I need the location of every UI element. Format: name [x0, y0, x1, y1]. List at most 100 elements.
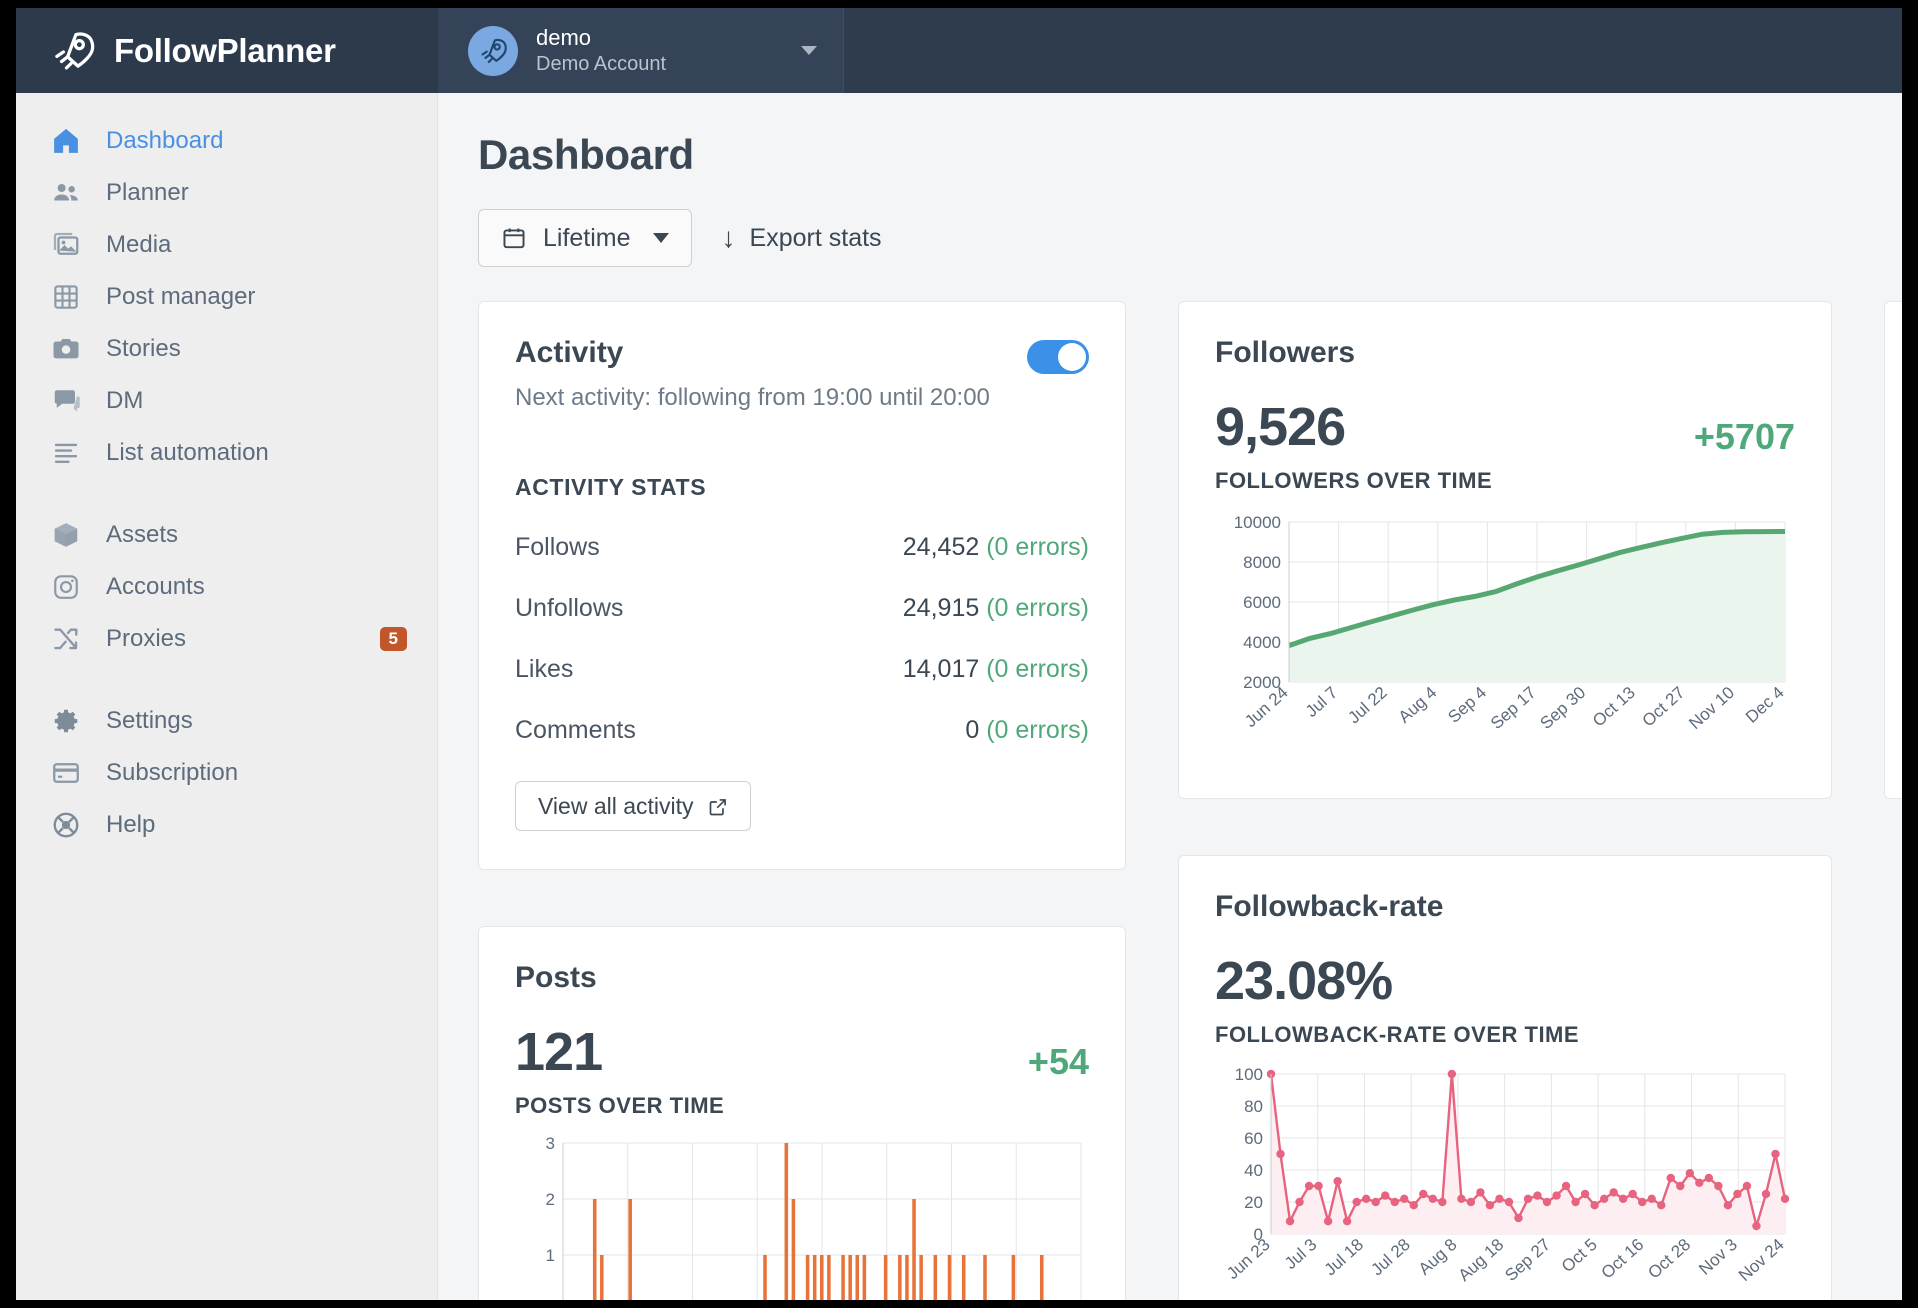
brand[interactable]: FollowPlanner	[16, 8, 438, 93]
svg-text:1: 1	[546, 1246, 555, 1265]
calendar-icon	[501, 225, 527, 251]
sidebar-divider-gap	[16, 479, 437, 509]
stat-errors: (0 errors)	[986, 594, 1089, 622]
followers-value: 9,526	[1215, 396, 1345, 458]
view-all-activity-button[interactable]: View all activity	[515, 781, 751, 831]
followback-caption: FOLLOWBACK-RATE OVER TIME	[1215, 1022, 1795, 1048]
sidebar-item-media[interactable]: Media	[16, 219, 437, 271]
sidebar-divider-gap-2	[16, 665, 437, 695]
sidebar-item-assets[interactable]: Assets	[16, 509, 437, 561]
stat-label: Likes	[515, 655, 573, 684]
posts-card: Posts 121 +54 POSTS OVER TIME 123	[478, 926, 1126, 1300]
stat-label: Comments	[515, 716, 636, 745]
rocket-icon	[50, 28, 96, 74]
brand-name: FollowPlanner	[114, 32, 336, 70]
list-icon	[50, 437, 82, 469]
posts-caption: POSTS OVER TIME	[515, 1093, 1089, 1119]
svg-text:3: 3	[546, 1135, 555, 1153]
export-stats-button[interactable]: ↓ Export stats	[722, 224, 882, 253]
stat-label: Unfollows	[515, 594, 623, 623]
page-title: Dashboard	[478, 131, 1902, 179]
external-link-icon	[708, 796, 728, 816]
svg-text:Aug 4: Aug 4	[1395, 683, 1441, 727]
sidebar-item-stories[interactable]: Stories	[16, 323, 437, 375]
svg-text:10000: 10000	[1234, 513, 1281, 532]
card-title: Activity	[515, 336, 990, 370]
sidebar-item-settings[interactable]: Settings	[16, 695, 437, 747]
posts-chart[interactable]: 123	[515, 1135, 1089, 1300]
chevron-down-icon	[653, 233, 669, 243]
sidebar-item-planner[interactable]: Planner	[16, 167, 437, 219]
sidebar-item-subscription[interactable]: Subscription	[16, 747, 437, 799]
sidebar-item-dashboard[interactable]: Dashboard	[16, 115, 437, 167]
following-card: Fo 7 FO 1234	[1884, 301, 1902, 799]
svg-text:Oct 28: Oct 28	[1644, 1235, 1694, 1283]
sidebar-label: Accounts	[106, 573, 407, 601]
stat-errors: (0 errors)	[986, 533, 1089, 561]
svg-text:6000: 6000	[1243, 593, 1281, 612]
stat-row: Likes 14,017 (0 errors)	[515, 655, 1089, 684]
column-middle: Followers 9,526 +5707 FOLLOWERS OVER TIM…	[1178, 301, 1832, 1300]
dashboard-grid: Activity Next activity: following from 1…	[478, 301, 1902, 1300]
followback-chart[interactable]: 020406080100Jun 23Jul 3Jul 18Jul 28Aug 8…	[1215, 1064, 1795, 1294]
toggle-knob	[1058, 343, 1086, 371]
export-stats-label: Export stats	[750, 224, 882, 253]
followback-card: Followback-rate 23.08% FOLLOWBACK-RATE O…	[1178, 855, 1832, 1300]
svg-text:Aug 8: Aug 8	[1415, 1235, 1461, 1279]
svg-text:Sep 17: Sep 17	[1487, 683, 1540, 733]
shuffle-icon	[50, 623, 82, 655]
status-badge: 5	[380, 627, 407, 652]
svg-text:100: 100	[1235, 1065, 1263, 1084]
svg-text:Sep 30: Sep 30	[1537, 683, 1590, 733]
sidebar-label: DM	[106, 387, 407, 415]
gear-icon	[50, 705, 82, 737]
svg-text:Jun 23: Jun 23	[1223, 1235, 1274, 1283]
avatar	[468, 26, 518, 76]
card-title: Followback-rate	[1215, 890, 1795, 924]
activity-card: Activity Next activity: following from 1…	[478, 301, 1126, 870]
card-title: Posts	[515, 961, 1089, 995]
followers-delta: +5707	[1694, 416, 1795, 458]
stat-value: 24,915	[903, 594, 979, 622]
people-icon	[50, 177, 82, 209]
account-switcher[interactable]: demo Demo Account	[438, 8, 844, 93]
sidebar-item-help[interactable]: Help	[16, 799, 437, 851]
followers-chart[interactable]: 200040006000800010000Jun 24Jul 7Jul 22Au…	[1215, 510, 1795, 760]
date-range-button[interactable]: Lifetime	[478, 209, 692, 267]
posts-value: 121	[515, 1021, 602, 1083]
posts-delta: +54	[1028, 1041, 1089, 1083]
svg-text:8000: 8000	[1243, 553, 1281, 572]
activity-toggle[interactable]	[1027, 340, 1089, 374]
svg-text:Jul 18: Jul 18	[1321, 1235, 1367, 1279]
svg-text:Oct 16: Oct 16	[1598, 1235, 1648, 1283]
stat-value: 24,452	[903, 533, 979, 561]
followers-card: Followers 9,526 +5707 FOLLOWERS OVER TIM…	[1178, 301, 1832, 799]
svg-text:Oct 5: Oct 5	[1558, 1235, 1601, 1276]
svg-text:Jul 3: Jul 3	[1281, 1235, 1320, 1273]
sidebar-item-post-manager[interactable]: Post manager	[16, 271, 437, 323]
app-window: FollowPlanner demo Demo Account	[16, 8, 1902, 1300]
sidebar-item-proxies[interactable]: Proxies 5	[16, 613, 437, 665]
activity-subtitle: Next activity: following from 19:00 unti…	[515, 384, 990, 412]
chevron-down-icon[interactable]	[801, 46, 817, 55]
sidebar-item-list-automation[interactable]: List automation	[16, 427, 437, 479]
chat-icon	[50, 385, 82, 417]
sidebar-label: Help	[106, 811, 407, 839]
svg-text:Nov 3: Nov 3	[1695, 1235, 1741, 1279]
sidebar-label: Assets	[106, 521, 407, 549]
toolbar: Lifetime ↓ Export stats	[478, 209, 1902, 267]
stat-label: Follows	[515, 533, 600, 562]
svg-text:Jul 28: Jul 28	[1367, 1235, 1413, 1279]
account-name: demo	[536, 25, 783, 52]
followers-caption: FOLLOWERS OVER TIME	[1215, 468, 1795, 494]
stat-row: Comments 0 (0 errors)	[515, 716, 1089, 745]
credit-card-icon	[50, 757, 82, 789]
top-bar-spacer	[844, 8, 1902, 93]
sidebar-item-dm[interactable]: DM	[16, 375, 437, 427]
sidebar-label: List automation	[106, 439, 407, 467]
sidebar-label: Dashboard	[106, 127, 407, 155]
svg-text:Jul 22: Jul 22	[1344, 683, 1390, 727]
lifebuoy-icon	[50, 809, 82, 841]
column-right: Fo 7 FO 1234	[1884, 301, 1902, 799]
sidebar-item-accounts[interactable]: Accounts	[16, 561, 437, 613]
